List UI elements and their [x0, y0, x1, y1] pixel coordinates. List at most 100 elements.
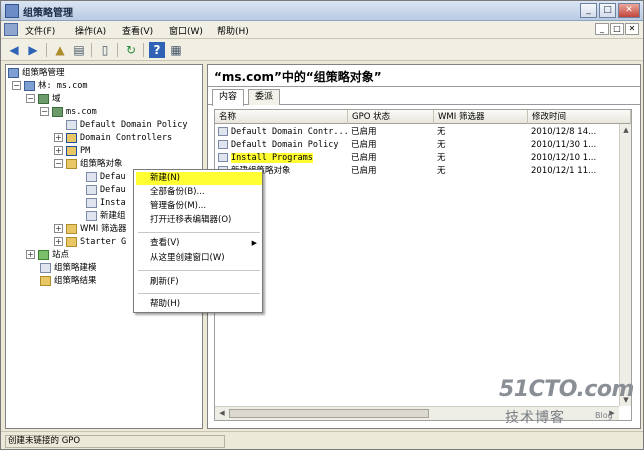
- show-tree-icon[interactable]: ▤: [71, 42, 87, 58]
- maximize-button[interactable]: □: [599, 3, 616, 18]
- gpo-icon: [86, 197, 97, 208]
- menu-separator: [138, 270, 260, 271]
- domain-icon: [52, 106, 63, 117]
- tree-gpo-child-3[interactable]: Insta: [86, 197, 126, 210]
- refresh-icon[interactable]: ↻: [123, 42, 139, 58]
- mdi-maximize-button[interactable]: □: [610, 23, 624, 35]
- context-menu: 新建(N) 全部备份(B)... 管理备份(M)... 打开迁移表编辑器(O) …: [133, 169, 263, 313]
- tab-delegation[interactable]: 委派: [248, 89, 281, 105]
- expand-icon[interactable]: +: [54, 224, 63, 233]
- tree-root[interactable]: 组策略管理: [8, 67, 65, 80]
- menu-window[interactable]: 窗口(W): [169, 24, 203, 37]
- column-modified[interactable]: 修改时间: [528, 110, 631, 124]
- tree-domain[interactable]: − ms.com: [40, 106, 97, 119]
- collapse-icon[interactable]: −: [12, 81, 21, 90]
- tab-contents[interactable]: 内容: [212, 89, 245, 106]
- expand-icon[interactable]: +: [54, 133, 63, 142]
- column-gpo-status[interactable]: GPO 状态: [348, 110, 434, 124]
- menu-bar: 文件(F) 操作(A) 查看(V) 窗口(W) 帮助(H) _ □ ✕: [1, 21, 643, 39]
- collapse-icon[interactable]: −: [26, 94, 35, 103]
- column-name[interactable]: 名称: [215, 110, 348, 124]
- tree-starter-gpos[interactable]: + Starter G: [54, 236, 126, 249]
- mdi-close-button[interactable]: ✕: [625, 23, 639, 35]
- menu-view[interactable]: 查看(V): [122, 24, 153, 37]
- list-item[interactable]: Install Programs 已启用 无 2010/12/10 1...: [215, 152, 631, 165]
- menu-file[interactable]: 文件(F): [25, 24, 55, 37]
- ctx-backup-all[interactable]: 全部备份(B)...: [136, 186, 262, 199]
- status-text: 创建未链接的 GPO: [5, 435, 225, 448]
- tree-forest[interactable]: − 林: ms.com: [12, 80, 87, 93]
- mdi-minimize-button[interactable]: _: [595, 23, 609, 35]
- column-wmi-filter[interactable]: WMI 筛选器: [434, 110, 528, 124]
- vertical-scrollbar[interactable]: ▲ ▼: [619, 124, 631, 406]
- list-header: 名称 GPO 状态 WMI 筛选器 修改时间: [215, 110, 631, 124]
- tree-default-domain-policy[interactable]: Default Domain Policy: [66, 119, 187, 132]
- gpm-icon: [8, 67, 19, 78]
- tree-sites[interactable]: + 站点: [26, 249, 69, 262]
- minimize-button[interactable]: _: [580, 3, 597, 18]
- list-item[interactable]: 新建组策略对象 已启用 无 2010/12/1 11...: [215, 165, 631, 178]
- scroll-left-icon[interactable]: ◀: [216, 407, 228, 419]
- gpo-icon: [218, 140, 228, 149]
- tree-domain-controllers[interactable]: + Domain Controllers: [54, 132, 172, 145]
- tree-domains[interactable]: − 域: [26, 93, 61, 106]
- details-pane: “ms.com”中的“组策略对象” 内容 委派 名称 GPO 状态 WMI 筛选…: [207, 64, 641, 429]
- watermark-logo: 51CTO.com 技术博客 Blog: [499, 377, 634, 426]
- forest-icon: [24, 80, 35, 91]
- menu-help[interactable]: 帮助(H): [217, 24, 249, 37]
- gpo-icon: [218, 127, 228, 136]
- submenu-arrow-icon: ▶: [251, 239, 257, 247]
- ou-icon: [66, 145, 77, 156]
- list-item[interactable]: Default Domain Policy 已启用 无 2010/11/30 1…: [215, 139, 631, 152]
- console-view-icon[interactable]: ▦: [168, 42, 184, 58]
- ctx-new[interactable]: 新建(N): [136, 172, 262, 185]
- folder-icon: [66, 158, 77, 169]
- details-title: “ms.com”中的“组策略对象”: [214, 70, 382, 84]
- tree-results[interactable]: 组策略结果: [40, 275, 97, 288]
- sites-icon: [38, 249, 49, 260]
- ctx-help[interactable]: 帮助(H): [136, 298, 262, 311]
- menu-action[interactable]: 操作(A): [75, 24, 106, 37]
- ctx-refresh[interactable]: 刷新(F): [136, 276, 262, 289]
- gpo-icon: [86, 210, 97, 221]
- expand-icon[interactable]: +: [54, 146, 63, 155]
- title-bar: 组策略管理 _ □ ✕: [1, 1, 643, 21]
- tree-modeling[interactable]: 组策略建模: [40, 262, 97, 275]
- help-icon[interactable]: ?: [149, 42, 165, 58]
- console-icon[interactable]: [4, 23, 18, 36]
- tree-wmi-filters[interactable]: + WMI 筛选器: [54, 223, 126, 236]
- scroll-up-icon[interactable]: ▲: [620, 124, 632, 136]
- tree-gpo-child-1[interactable]: Defau: [86, 171, 126, 184]
- ctx-manage-backups[interactable]: 管理备份(M)...: [136, 200, 262, 213]
- scroll-thumb[interactable]: [229, 409, 429, 418]
- folder-icon: [66, 236, 77, 247]
- ctx-migration-table-editor[interactable]: 打开迁移表编辑器(O): [136, 214, 262, 227]
- tree-gpo-child-2[interactable]: Defau: [86, 184, 126, 197]
- tree-gpo-folder[interactable]: − 组策略对象: [54, 158, 123, 171]
- ctx-view[interactable]: 查看(V) ▶: [136, 237, 262, 250]
- close-button[interactable]: ✕: [618, 3, 640, 18]
- modeling-icon: [40, 262, 51, 273]
- expand-icon[interactable]: +: [26, 250, 35, 259]
- domains-icon: [38, 93, 49, 104]
- ou-icon: [66, 132, 77, 143]
- back-arrow-icon[interactable]: ◀: [6, 42, 22, 58]
- collapse-icon[interactable]: −: [40, 107, 49, 116]
- tree-gpo-child-4[interactable]: 新建组: [86, 210, 126, 223]
- window-title: 组策略管理: [23, 8, 73, 19]
- gpo-list: 名称 GPO 状态 WMI 筛选器 修改时间 Default Domain Co…: [214, 109, 632, 421]
- status-bar: 创建未链接的 GPO: [1, 431, 643, 449]
- gpo-icon: [86, 184, 97, 195]
- expand-icon[interactable]: +: [54, 237, 63, 246]
- forward-arrow-icon[interactable]: ▶: [25, 42, 41, 58]
- list-item[interactable]: Default Domain Contr... 已启用 无 2010/12/8 …: [215, 126, 631, 139]
- gpo-icon: [218, 153, 228, 162]
- folder-icon: [66, 223, 77, 234]
- ctx-new-window[interactable]: 从这里创建窗口(W): [136, 252, 262, 265]
- tree-pm[interactable]: + PM: [54, 145, 90, 158]
- app-icon: [5, 4, 19, 18]
- up-folder-icon[interactable]: ▲: [52, 42, 68, 58]
- collapse-icon[interactable]: −: [54, 159, 63, 168]
- menu-separator: [138, 293, 260, 294]
- properties-icon[interactable]: ▯: [97, 42, 113, 58]
